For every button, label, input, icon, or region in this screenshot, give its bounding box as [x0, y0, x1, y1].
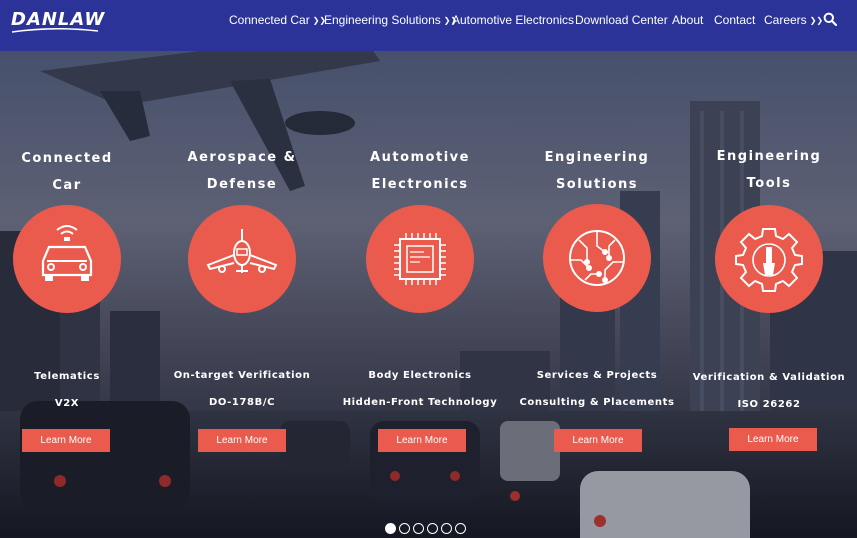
- card-line-primary: Services & Projects: [536, 370, 658, 381]
- nav-item-connected-car[interactable]: Connected Car ❯❯: [229, 12, 326, 28]
- airplane-icon[interactable]: [188, 205, 296, 313]
- top-navbar: DANLAW Connected Car ❯❯ Engineering Solut…: [0, 0, 857, 51]
- chip-icon[interactable]: [366, 205, 474, 313]
- card-line-secondary: ISO 26262: [737, 399, 801, 410]
- slider-dot-5[interactable]: [441, 523, 452, 534]
- airplane-icon: [206, 229, 278, 273]
- card-connected-car: Connected Car Telematics V2X Learn More: [0, 145, 152, 452]
- card-line-primary: Body Electronics: [368, 370, 472, 381]
- card-line-secondary: V2X: [54, 398, 80, 409]
- connected-car-icon: [41, 225, 93, 281]
- card-engineering-solutions: EngineeringSolutions Services & Project: [512, 144, 682, 452]
- learn-more-button[interactable]: Learn More: [554, 429, 642, 452]
- card-engineering-tools: Engineering Tools Verification & Validati…: [684, 143, 854, 451]
- nav-item-download-center[interactable]: Download Center: [575, 12, 668, 28]
- connected-car-icon[interactable]: [13, 205, 121, 313]
- nav-label: Download Center: [575, 13, 668, 27]
- learn-more-button[interactable]: Learn More: [378, 429, 466, 452]
- nav-item-automotive-electronics[interactable]: Automotive Electronics: [452, 12, 574, 28]
- slider-dot-2[interactable]: [399, 523, 410, 534]
- card-line-secondary: DO-178B/C: [208, 397, 276, 408]
- gear-wrench-icon: [735, 228, 803, 292]
- nav-label: Careers: [764, 13, 807, 27]
- nav-label: Engineering Solutions: [324, 13, 441, 27]
- nav-item-contact[interactable]: Contact: [714, 12, 755, 28]
- card-line-secondary: Hidden-Front Technology: [342, 397, 498, 408]
- nav-item-careers[interactable]: Careers ❯❯: [764, 12, 823, 28]
- learn-more-button[interactable]: Learn More: [729, 428, 817, 451]
- card-title: Automotive Electronics: [370, 150, 470, 192]
- circuit-brain-icon: [569, 230, 625, 286]
- nav-item-about[interactable]: About: [672, 12, 703, 28]
- card-line-secondary: Consulting & Placements: [519, 397, 675, 408]
- slider-dot-1[interactable]: [385, 523, 396, 534]
- card-title: Connected Car: [21, 151, 113, 193]
- card-aerospace-defense: Aerospace & Defense On-target Verificatio…: [157, 144, 327, 452]
- chip-icon: [394, 233, 446, 285]
- logo-swoosh-icon: [12, 28, 98, 33]
- card-line-primary: On-target Verification: [173, 370, 311, 381]
- card-title: Engineering Tools: [716, 149, 822, 191]
- search-icon[interactable]: [823, 12, 837, 26]
- learn-more-button[interactable]: Learn More: [22, 429, 110, 452]
- nav-item-engineering-solutions[interactable]: Engineering Solutions ❯❯: [324, 12, 457, 28]
- gear-wrench-icon[interactable]: [715, 205, 823, 313]
- double-chevron-down-icon: ❯❯: [809, 16, 824, 25]
- card-line-primary: Telematics: [34, 371, 100, 382]
- learn-more-button[interactable]: Learn More: [198, 429, 286, 452]
- card-title: Engineering Solutions: [544, 150, 650, 192]
- nav-label: Automotive Electronics: [452, 13, 575, 27]
- nav-label: Contact: [714, 13, 756, 27]
- nav-label: Connected Car: [229, 13, 310, 27]
- slider-dot-6[interactable]: [455, 523, 466, 534]
- hero-slider: Connected Car Telematics V2X Learn More A…: [0, 51, 857, 538]
- nav-label: About: [672, 13, 704, 27]
- card-title: Aerospace & Defense: [187, 150, 297, 192]
- slider-dot-3[interactable]: [413, 523, 424, 534]
- card-automotive-electronics: Automotive Electronics Body Electronics H…: [335, 144, 505, 452]
- card-line-primary: Verification & Validation: [692, 372, 846, 383]
- circuit-brain-icon[interactable]: [543, 204, 651, 312]
- slider-dot-4[interactable]: [427, 523, 438, 534]
